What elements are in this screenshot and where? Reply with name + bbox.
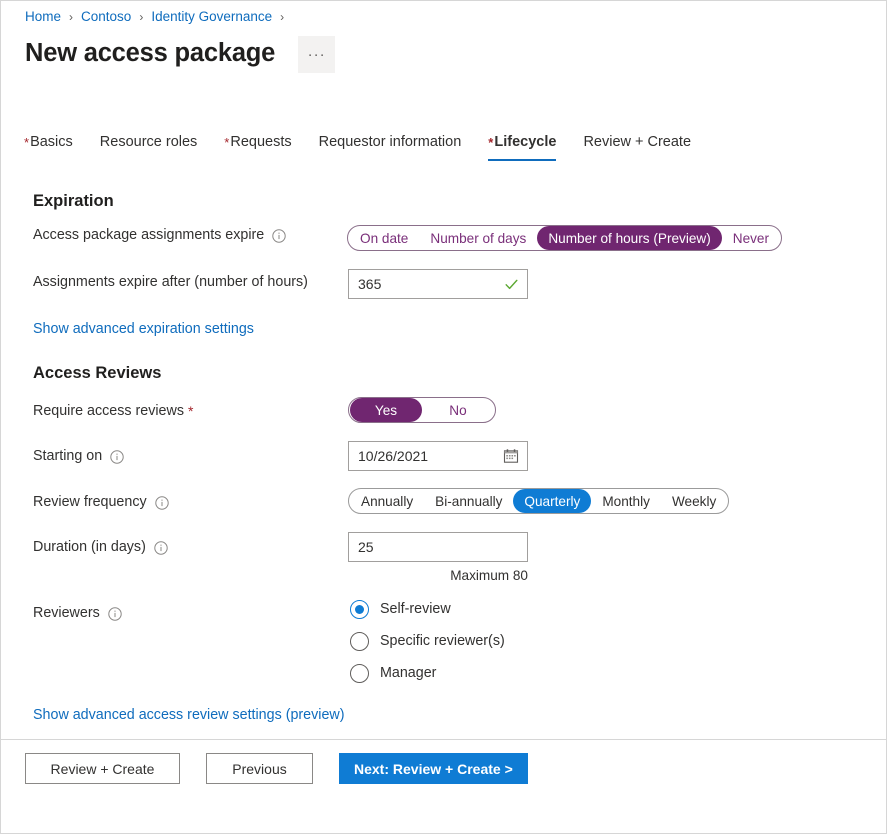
expiration-section-heading: Expiration	[33, 192, 114, 211]
tab-label: Review + Create	[583, 134, 691, 150]
tab-label: Lifecycle	[494, 134, 556, 150]
choice-quarterly[interactable]: Quarterly	[513, 489, 591, 513]
valid-check-icon	[504, 277, 519, 292]
starting-on-input[interactable]	[358, 448, 497, 464]
info-icon[interactable]	[154, 541, 168, 555]
page-title: New access package	[25, 39, 275, 68]
next-review-create-button[interactable]: Next: Review + Create >	[339, 753, 528, 784]
info-icon[interactable]	[155, 496, 169, 510]
duration-helper-text: Maximum 80	[348, 568, 528, 583]
previous-button[interactable]: Previous	[206, 753, 313, 784]
info-icon[interactable]	[272, 229, 286, 243]
expire-after-input[interactable]	[358, 276, 498, 292]
breadcrumb: Home › Contoso › Identity Governance ›	[25, 8, 292, 26]
tab-label: Resource roles	[100, 134, 198, 150]
wizard-tabs: * Basics Resource roles * Requests Reque…	[24, 134, 691, 161]
review-frequency-choicegroup: Annually Bi-annually Quarterly Monthly W…	[348, 488, 729, 514]
tab-label: Basics	[30, 134, 73, 150]
title-row: New access package ···	[25, 34, 335, 73]
tab-resource-roles[interactable]: Resource roles	[100, 134, 198, 161]
radio-self-review[interactable]: Self-review	[350, 596, 505, 622]
choice-never[interactable]: Never	[722, 226, 780, 250]
required-asterisk: *	[488, 136, 493, 149]
choice-yes[interactable]: Yes	[350, 398, 422, 422]
expire-after-field[interactable]	[348, 269, 528, 299]
choice-monthly[interactable]: Monthly	[591, 489, 661, 513]
choice-bi-annually[interactable]: Bi-annually	[424, 489, 513, 513]
assignments-expire-choicegroup: On date Number of days Number of hours (…	[347, 225, 782, 251]
review-create-button[interactable]: Review + Create	[25, 753, 180, 784]
wizard-footer: Review + Create Previous Next: Review + …	[1, 739, 886, 833]
starting-on-label: Starting on	[33, 448, 124, 464]
show-advanced-access-review-settings-link[interactable]: Show advanced access review settings (pr…	[33, 707, 345, 723]
assignments-expire-label: Access package assignments expire	[33, 227, 286, 243]
tab-label: Requests	[230, 134, 291, 150]
tab-basics[interactable]: * Basics	[24, 134, 73, 161]
radio-mark-icon	[350, 600, 369, 619]
lifecycle-form: Expiration Access package assignments ex…	[1, 176, 886, 739]
access-reviews-section-heading: Access Reviews	[33, 364, 161, 383]
info-icon[interactable]	[110, 450, 124, 464]
radio-label: Manager	[380, 665, 436, 681]
choice-number-of-hours-preview[interactable]: Number of hours (Preview)	[537, 226, 721, 250]
choice-number-of-days[interactable]: Number of days	[419, 226, 537, 250]
tab-requests[interactable]: * Requests	[224, 134, 291, 161]
breadcrumb-separator-icon: ›	[69, 8, 73, 26]
duration-input[interactable]	[358, 539, 519, 555]
more-options-icon[interactable]: ···	[298, 36, 335, 73]
required-asterisk: *	[188, 403, 193, 419]
breadcrumb-item-contoso[interactable]: Contoso	[81, 8, 131, 26]
choice-no[interactable]: No	[422, 398, 494, 422]
tab-label: Requestor information	[319, 134, 462, 150]
breadcrumb-separator-icon: ›	[280, 8, 284, 26]
breadcrumb-item-identity-governance[interactable]: Identity Governance	[151, 8, 272, 26]
radio-specific-reviewers[interactable]: Specific reviewer(s)	[350, 628, 505, 654]
calendar-icon[interactable]	[503, 448, 519, 464]
starting-on-field[interactable]	[348, 441, 528, 471]
tab-requestor-information[interactable]: Requestor information	[319, 134, 462, 161]
reviewers-radio-group: Self-review Specific reviewer(s) Manager	[350, 596, 505, 686]
tab-lifecycle[interactable]: * Lifecycle	[488, 134, 556, 161]
duration-label: Duration (in days)	[33, 539, 168, 555]
require-access-reviews-choicegroup: Yes No	[348, 397, 496, 423]
require-access-reviews-label: Require access reviews *	[33, 403, 193, 419]
radio-mark-icon	[350, 632, 369, 651]
info-icon[interactable]	[108, 607, 122, 621]
breadcrumb-separator-icon: ›	[139, 8, 143, 26]
tab-review-create[interactable]: Review + Create	[583, 134, 691, 161]
radio-manager[interactable]: Manager	[350, 660, 505, 686]
review-frequency-label: Review frequency	[33, 494, 169, 510]
show-advanced-expiration-settings-link[interactable]: Show advanced expiration settings	[33, 321, 254, 337]
radio-mark-icon	[350, 664, 369, 683]
required-asterisk: *	[224, 136, 229, 149]
expire-after-label: Assignments expire after (number of hour…	[33, 274, 308, 290]
required-asterisk: *	[24, 136, 29, 149]
choice-weekly[interactable]: Weekly	[661, 489, 727, 513]
radio-label: Self-review	[380, 601, 451, 617]
reviewers-label: Reviewers	[33, 605, 122, 621]
breadcrumb-item-home[interactable]: Home	[25, 8, 61, 26]
radio-label: Specific reviewer(s)	[380, 633, 505, 649]
choice-annually[interactable]: Annually	[350, 489, 424, 513]
new-access-package-blade: Home › Contoso › Identity Governance › N…	[0, 0, 887, 834]
duration-field[interactable]	[348, 532, 528, 562]
choice-on-date[interactable]: On date	[349, 226, 419, 250]
